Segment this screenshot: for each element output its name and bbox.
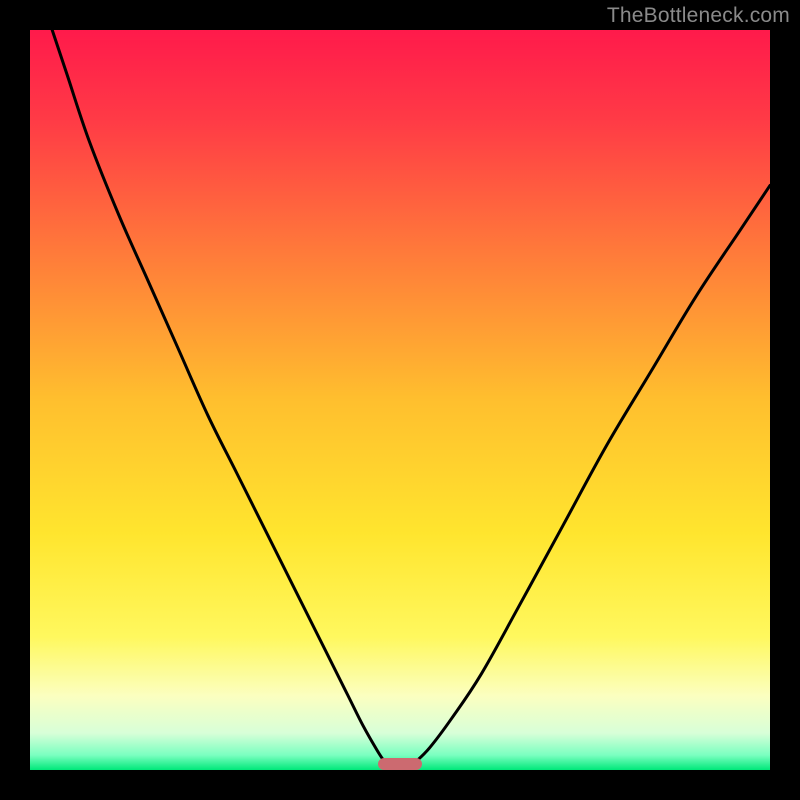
- chart-frame: TheBottleneck.com: [0, 0, 800, 800]
- plot-area: [30, 30, 770, 770]
- right-curve: [415, 185, 770, 762]
- curves: [30, 30, 770, 770]
- left-curve: [52, 30, 385, 763]
- watermark-text: TheBottleneck.com: [607, 4, 790, 28]
- bottleneck-marker: [378, 758, 422, 770]
